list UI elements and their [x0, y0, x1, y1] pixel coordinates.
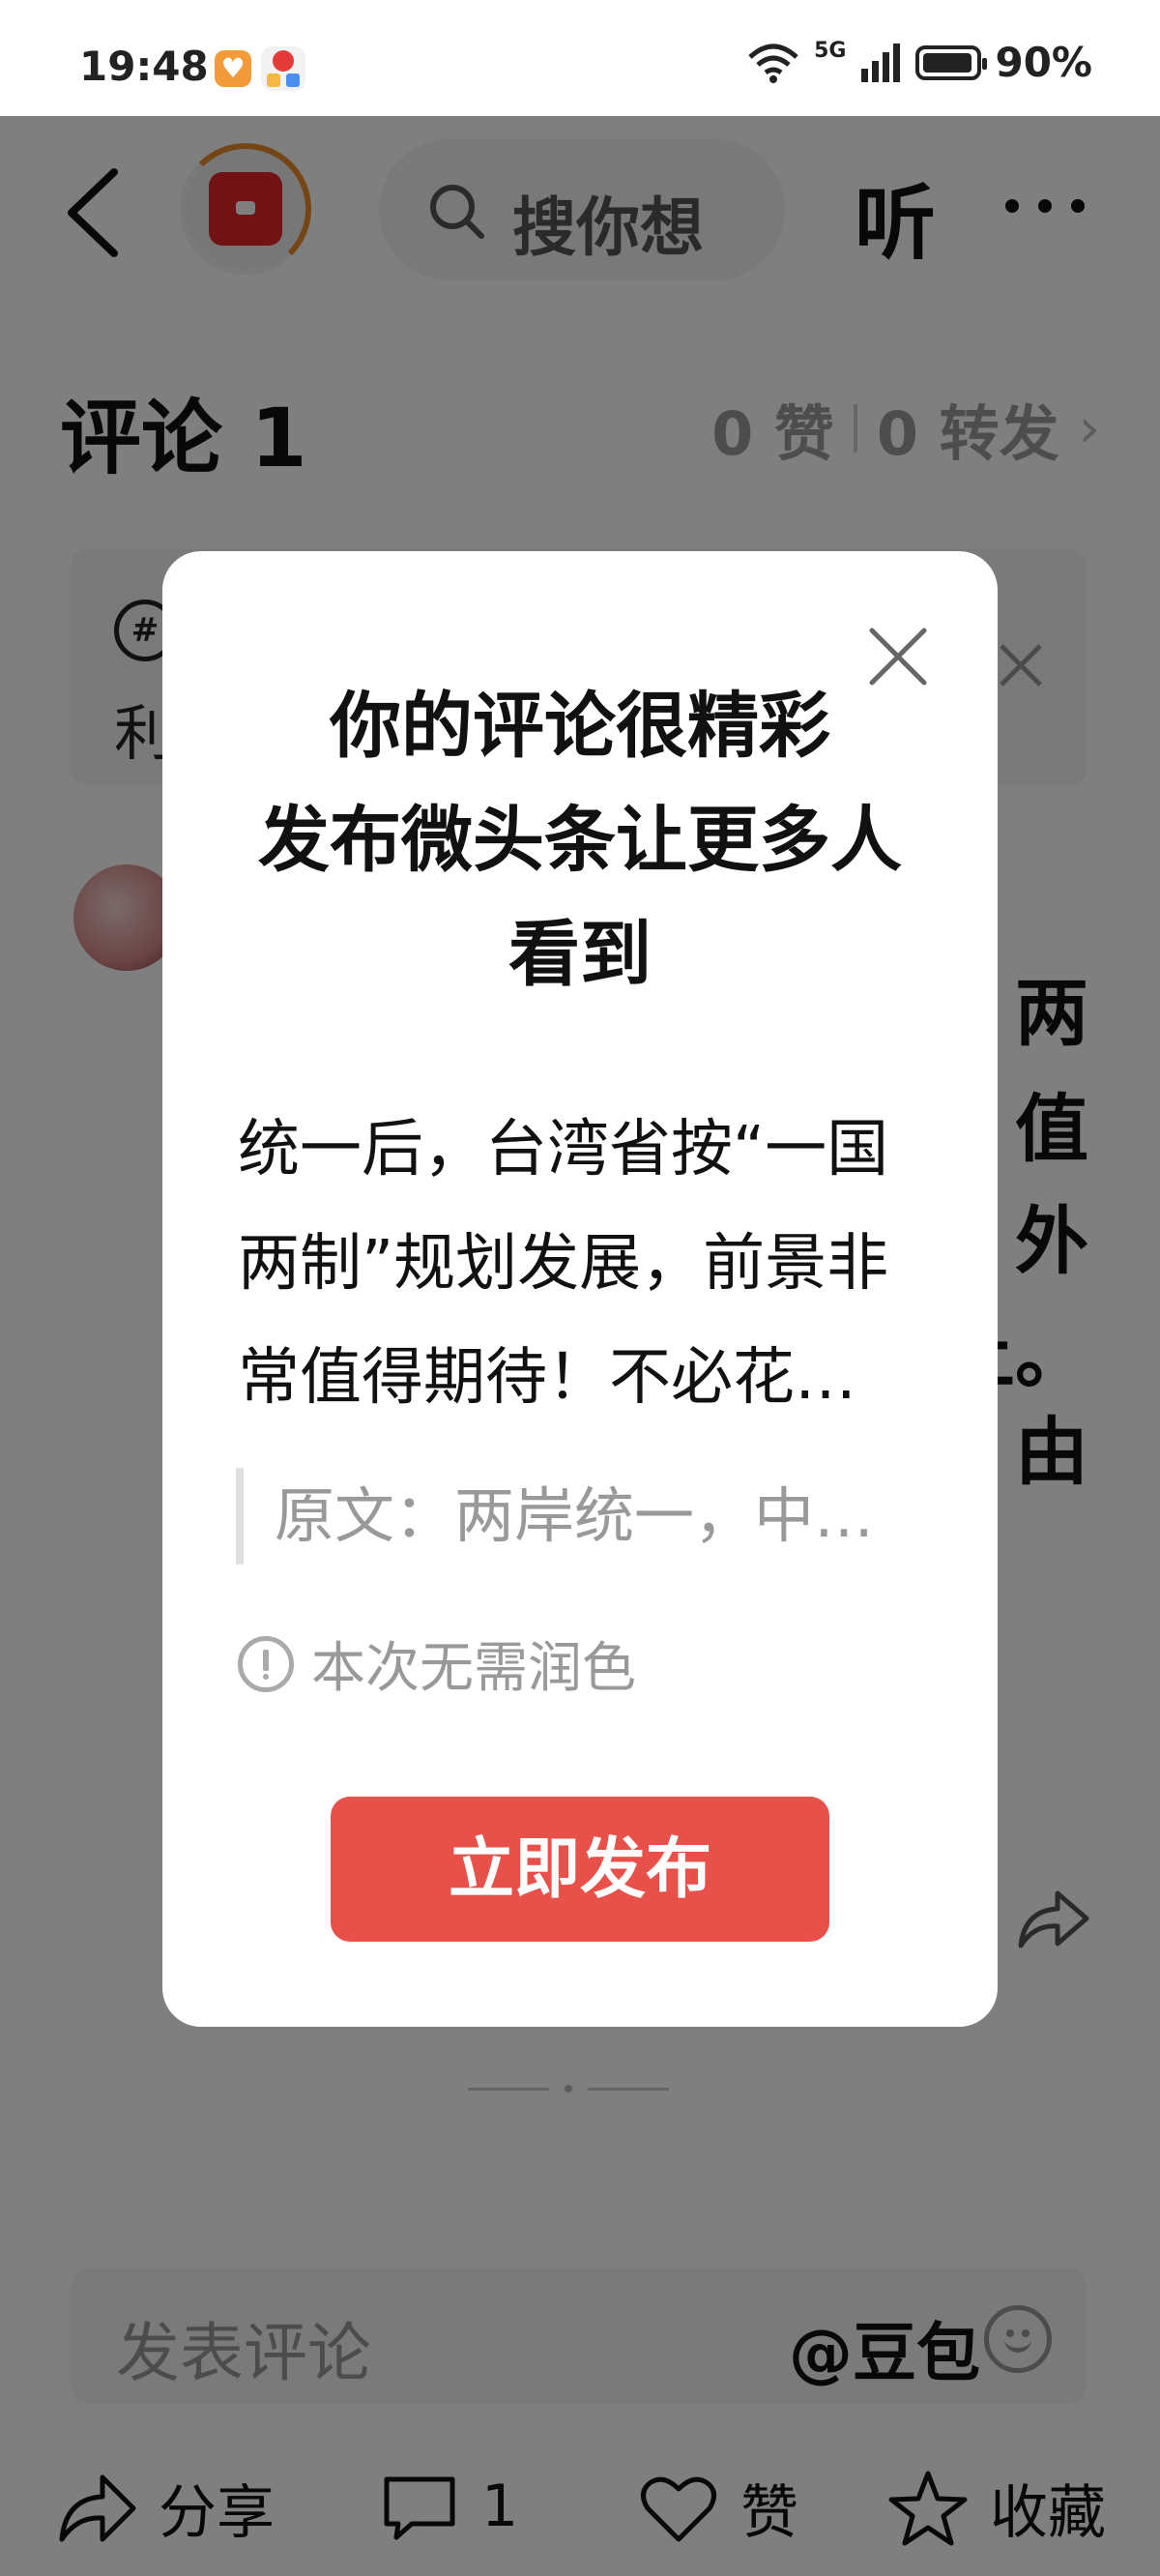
modal-title-line: 看到	[508, 913, 652, 996]
signal-icon	[861, 43, 901, 82]
game-app-icon	[261, 46, 305, 91]
modal-title-line: 你的评论很精彩	[330, 685, 830, 768]
status-right: 5G 90%	[746, 39, 1092, 86]
publish-now-button[interactable]: 立即发布	[331, 1797, 829, 1942]
modal-title-line: 发布微头条让更多人	[258, 799, 902, 882]
heart-app-icon: ♥	[215, 50, 251, 87]
network-type: 5G	[814, 39, 847, 63]
info-icon	[238, 1635, 294, 1692]
polish-note: 本次无需润色	[238, 1625, 636, 1703]
comment-preview-line: 统一后，台湾省按“一国	[238, 1114, 889, 1186]
wifi-icon	[748, 44, 798, 83]
comment-preview-line: 两制”规划发展，前景非	[238, 1228, 889, 1300]
modal-title: 你的评论很精彩 发布微头条让更多人 看到	[220, 669, 940, 1011]
battery-icon	[915, 44, 988, 80]
status-time: 19:48	[79, 43, 209, 90]
polish-note-text: 本次无需润色	[311, 1637, 636, 1700]
comment-preview: 统一后，台湾省按“一国 两制”规划发展，前景非 常值得期待！不必花…	[238, 1093, 934, 1435]
status-bar: 19:48 ♥ 5G 90%	[0, 0, 1160, 116]
publish-modal: 你的评论很精彩 发布微头条让更多人 看到 统一后，台湾省按“一国 两制”规划发展…	[162, 551, 998, 2027]
battery-level: 90%	[995, 39, 1092, 86]
original-quote: 原文：两岸统一，中…	[236, 1468, 922, 1565]
comment-preview-line: 常值得期待！不必花…	[238, 1342, 856, 1414]
